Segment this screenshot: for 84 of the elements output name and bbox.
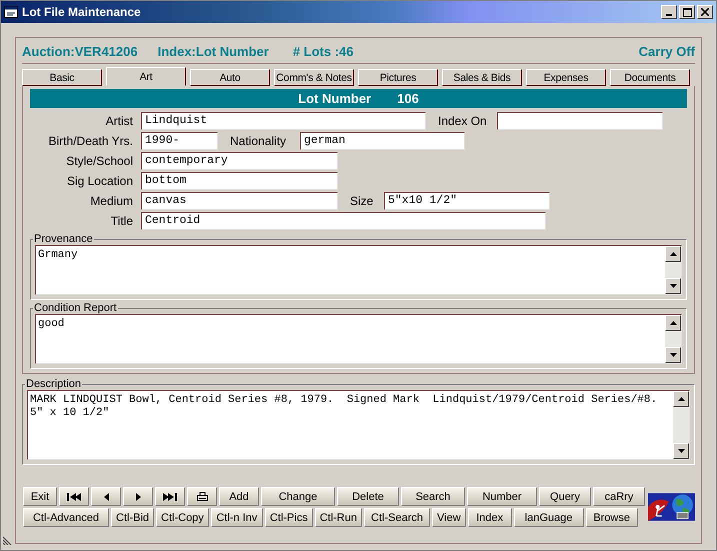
- toolbar-button[interactable]: Add: [219, 487, 259, 506]
- tab[interactable]: Documents: [610, 69, 690, 86]
- toolbar-button[interactable]: lanGuage: [514, 508, 584, 527]
- nav-button[interactable]: [187, 487, 217, 506]
- scrollbar[interactable]: [673, 391, 689, 459]
- previous-icon: [102, 492, 110, 502]
- lot-number-label: Lot Number: [298, 91, 372, 106]
- tab[interactable]: Sales & Bids: [442, 69, 522, 86]
- nav-button[interactable]: [91, 487, 121, 506]
- scroll-up-icon[interactable]: [670, 321, 676, 325]
- close-icon: [701, 8, 709, 16]
- auction-label: Auction:VER41206: [22, 44, 138, 59]
- tab[interactable]: Expenses: [526, 69, 606, 86]
- carry-status: Carry Off: [638, 44, 695, 59]
- next-icon: [134, 492, 142, 502]
- toolbar-button[interactable]: Ctl-Pics: [264, 508, 313, 527]
- index-label: Index:Lot Number: [158, 44, 269, 59]
- maximize-button[interactable]: [679, 5, 695, 19]
- lot-number-value: 106: [397, 91, 419, 106]
- toolbar-button[interactable]: Browse: [586, 508, 638, 527]
- field-label: Sig Location: [66, 174, 134, 188]
- toolbar-button[interactable]: Ctl-Copy: [156, 508, 209, 527]
- scroll-down-icon[interactable]: [670, 284, 676, 288]
- app-icon: [4, 6, 18, 18]
- field-label: Nationality: [229, 134, 288, 148]
- toolbar-button[interactable]: Query: [539, 487, 591, 506]
- toolbar-button[interactable]: Ctl-Search: [364, 508, 430, 527]
- toolbar-button[interactable]: Change: [261, 487, 335, 506]
- toolbar-button[interactable]: Ctl-Run: [314, 508, 362, 527]
- memo-field[interactable]: good: [35, 314, 682, 364]
- lot-count: # Lots :46: [292, 44, 354, 59]
- nav-button[interactable]: [155, 487, 185, 506]
- toolbar-button[interactable]: Ctl-Bid: [111, 508, 154, 527]
- maximize-icon: [682, 8, 692, 16]
- printer-icon: [196, 492, 208, 501]
- scrollbar[interactable]: [665, 246, 681, 294]
- close-button[interactable]: [697, 5, 713, 19]
- input-field[interactable]: Lindquist: [141, 112, 426, 130]
- toolbar-button[interactable]: Search: [401, 487, 465, 506]
- scroll-down-icon[interactable]: [678, 449, 684, 453]
- tab[interactable]: Auto: [190, 69, 270, 86]
- minimize-button[interactable]: [661, 5, 677, 19]
- toolbar-button[interactable]: View: [432, 508, 466, 527]
- scrollbar[interactable]: [665, 315, 681, 363]
- tab[interactable]: Art: [106, 67, 186, 86]
- field-label: Medium: [89, 194, 134, 208]
- input-field[interactable]: bottom: [141, 172, 338, 190]
- group-label: Provenance: [33, 233, 94, 245]
- tab[interactable]: Pictures: [358, 69, 438, 86]
- window-title: Lot File Maintenance: [22, 5, 142, 19]
- toolbar-button[interactable]: Index: [468, 508, 512, 527]
- memo-field[interactable]: MARK LINDQUIST Bowl, Centroid Series #8, 1979. Signed Mark Lindquist/1979/Centroid Series/#8. 5" x 10 1/2": [27, 390, 690, 460]
- toolbar-button[interactable]: Delete: [337, 487, 399, 506]
- memo-field[interactable]: Grmany: [35, 245, 682, 295]
- first-record-icon: [67, 492, 81, 502]
- field-label: Size: [349, 194, 374, 208]
- toolbar-button[interactable]: caRry: [593, 487, 645, 506]
- nav-button[interactable]: [59, 487, 89, 506]
- field-label: Birth/Death Yrs.: [48, 134, 134, 148]
- toolbar-button[interactable]: Exit: [23, 487, 57, 506]
- scroll-down-icon[interactable]: [670, 353, 676, 357]
- nav-button[interactable]: [123, 487, 153, 506]
- field-label: Title: [110, 214, 134, 228]
- last-record-icon: [163, 492, 177, 502]
- field-label: Index On: [437, 114, 488, 128]
- input-field[interactable]: [497, 112, 663, 130]
- input-field[interactable]: Centroid: [141, 212, 546, 230]
- input-field[interactable]: german: [300, 132, 465, 150]
- toolbar-button[interactable]: Ctl-Advanced: [23, 508, 109, 527]
- group-label: Condition Report: [33, 302, 118, 314]
- toolbar-button[interactable]: Number: [467, 487, 537, 506]
- input-field[interactable]: 1990-: [141, 132, 218, 150]
- field-label: Artist: [104, 114, 134, 128]
- scroll-up-icon[interactable]: [670, 252, 676, 256]
- input-field[interactable]: 5"x10 1/2": [384, 192, 550, 210]
- toolbar-button[interactable]: Ctl-n Inv: [210, 508, 263, 527]
- input-field[interactable]: contemporary: [141, 152, 338, 170]
- scroll-up-icon[interactable]: [678, 397, 684, 401]
- input-field[interactable]: canvas: [141, 192, 338, 210]
- field-label: Style/School: [65, 154, 134, 168]
- group-label: Description: [25, 378, 82, 390]
- tab[interactable]: Basic: [22, 69, 102, 86]
- resize-grip-icon[interactable]: [3, 534, 14, 545]
- tab[interactable]: Comm's & Notes: [274, 69, 354, 86]
